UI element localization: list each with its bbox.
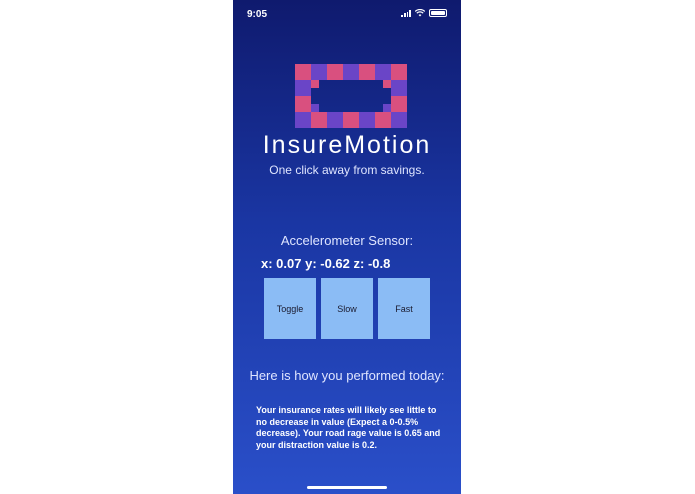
logo-square bbox=[383, 104, 391, 112]
fast-button[interactable]: Fast bbox=[378, 278, 430, 339]
sensor-values: x: 0.07 y: -0.62 z: -0.8 bbox=[261, 256, 391, 271]
logo-grid bbox=[295, 64, 407, 128]
battery-icon bbox=[429, 9, 447, 17]
logo-square bbox=[391, 112, 407, 128]
wifi-icon bbox=[415, 9, 425, 17]
status-icons bbox=[401, 9, 447, 17]
logo-square bbox=[311, 104, 319, 112]
logo-square bbox=[295, 64, 311, 80]
signal-icon bbox=[401, 9, 411, 17]
app-tagline: One click away from savings. bbox=[269, 163, 425, 177]
logo-square bbox=[343, 112, 359, 128]
logo-square bbox=[391, 96, 407, 112]
logo-square bbox=[359, 64, 375, 80]
logo-square bbox=[391, 64, 407, 80]
performance-summary: Your insurance rates will likely see lit… bbox=[256, 405, 441, 450]
app-logo bbox=[295, 64, 407, 128]
status-bar: 9:05 bbox=[233, 0, 461, 22]
logo-square bbox=[375, 64, 391, 80]
logo-square bbox=[311, 64, 327, 80]
app-screen: 9:05 InsureMotion One click away from sa… bbox=[233, 0, 461, 494]
logo-square bbox=[311, 80, 319, 88]
logo-square bbox=[391, 80, 407, 96]
home-indicator[interactable] bbox=[307, 486, 387, 489]
toggle-button[interactable]: Toggle bbox=[264, 278, 316, 339]
sensor-title: Accelerometer Sensor: bbox=[280, 233, 414, 248]
logo-square bbox=[359, 112, 375, 128]
logo-square bbox=[295, 80, 311, 96]
performance-title: Here is how you performed today: bbox=[249, 368, 445, 383]
logo-square bbox=[295, 96, 311, 112]
slow-button[interactable]: Slow bbox=[321, 278, 373, 339]
logo-square bbox=[343, 64, 359, 80]
logo-square bbox=[295, 112, 311, 128]
logo-square bbox=[311, 112, 327, 128]
logo-square bbox=[375, 112, 391, 128]
logo-square bbox=[383, 80, 391, 88]
logo-square bbox=[327, 64, 343, 80]
status-time: 9:05 bbox=[247, 9, 268, 20]
logo-square bbox=[327, 112, 343, 128]
app-name: InsureMotion bbox=[262, 131, 432, 159]
